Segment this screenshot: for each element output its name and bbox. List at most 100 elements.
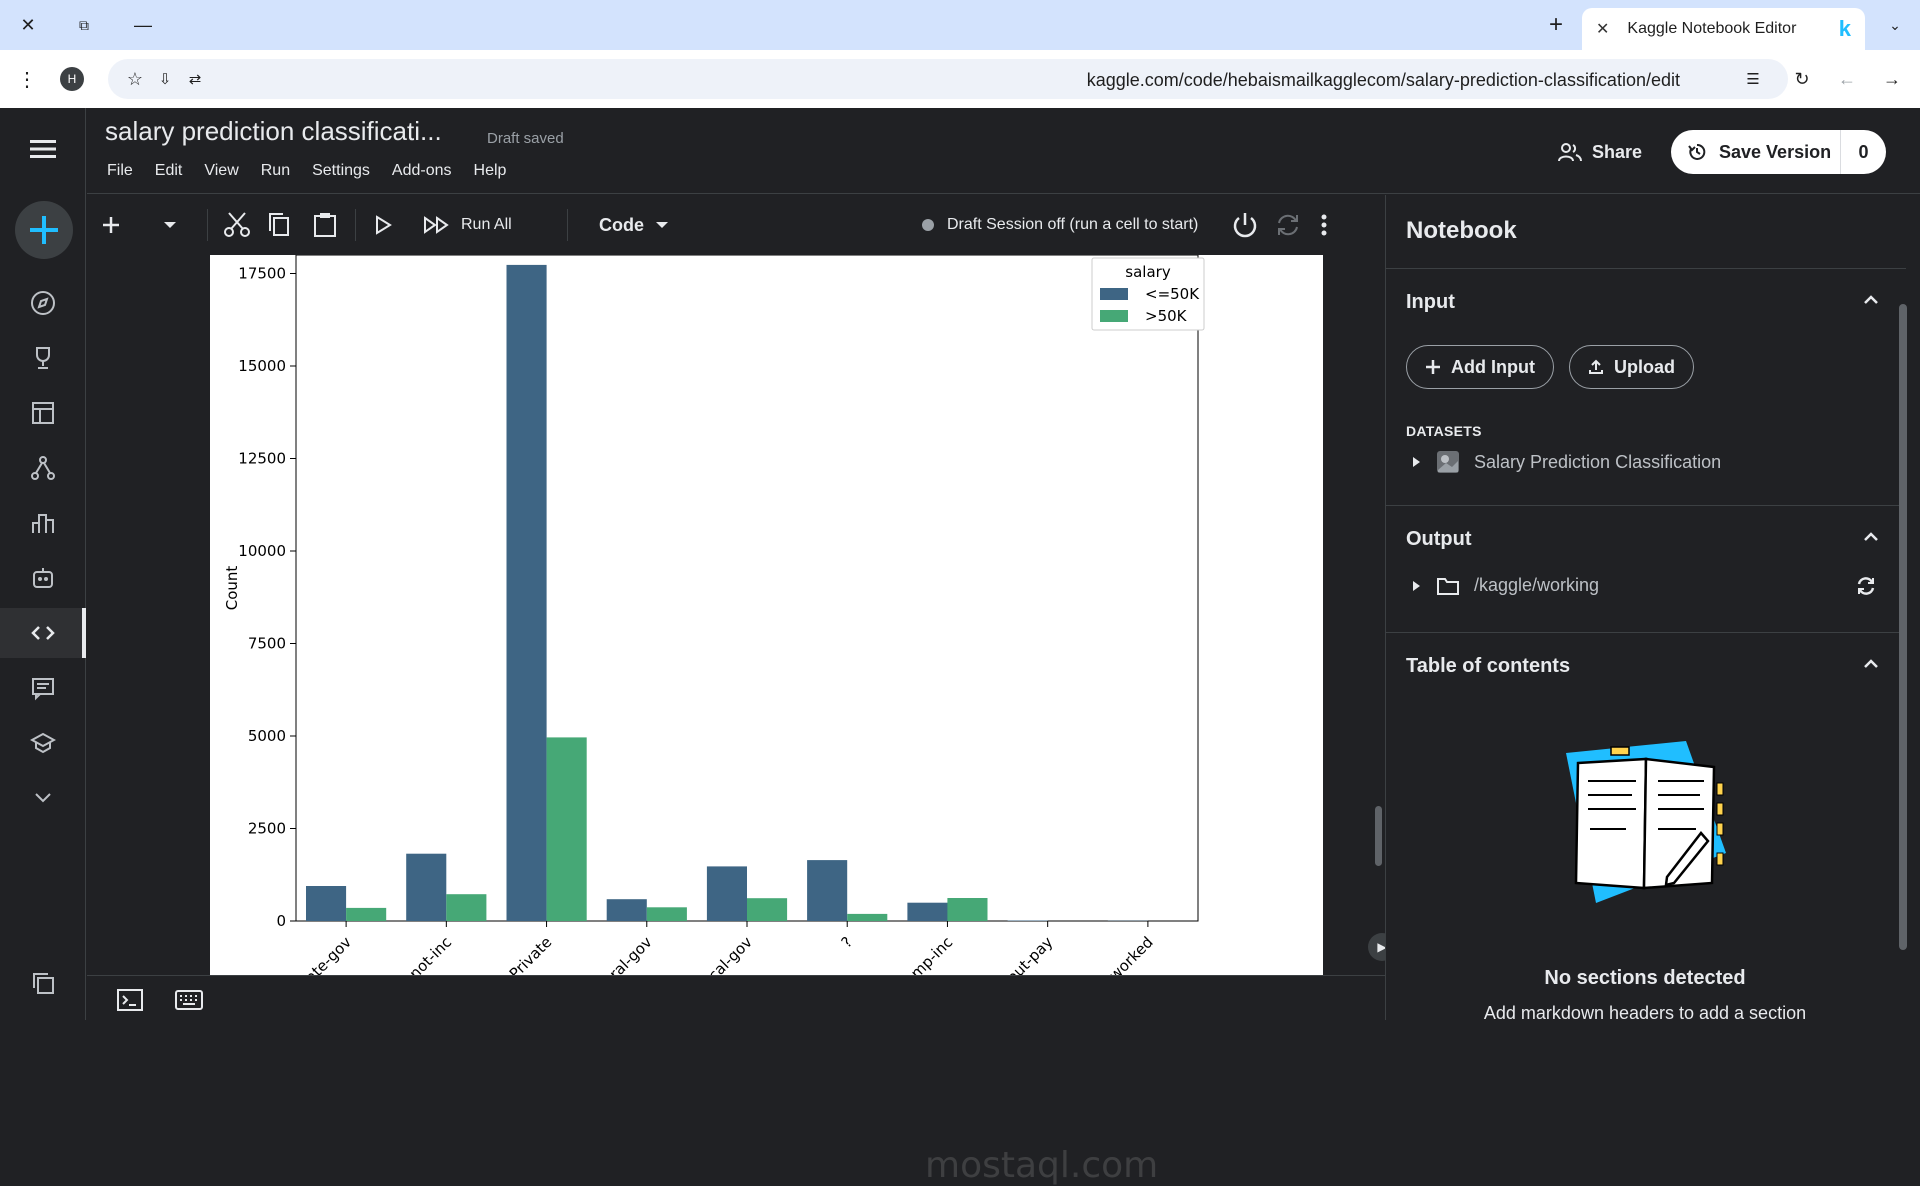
chevron-down-icon[interactable] xyxy=(0,773,86,823)
run-all-button[interactable]: Run All xyxy=(423,209,512,241)
cut-icon[interactable] xyxy=(223,209,251,241)
menu-settings[interactable]: Settings xyxy=(312,162,370,180)
browser-tab[interactable]: ✕ Kaggle Notebook Editor k xyxy=(1582,8,1865,50)
add-input-button[interactable]: Add Input xyxy=(1406,345,1554,389)
menu-view[interactable]: View xyxy=(204,162,238,180)
notebook-title[interactable]: salary prediction classificati... xyxy=(105,116,442,147)
menu-edit[interactable]: Edit xyxy=(155,162,183,180)
add-cell-icon[interactable] xyxy=(101,209,121,241)
upload-icon xyxy=(1588,359,1604,375)
toc-heading[interactable]: Table of contents xyxy=(1406,655,1570,678)
trophy-icon[interactable] xyxy=(0,333,86,383)
power-icon[interactable] xyxy=(1231,209,1259,241)
robot-icon[interactable] xyxy=(0,553,86,603)
caret-down-icon xyxy=(656,221,668,229)
profile-avatar[interactable]: H xyxy=(60,67,84,91)
people-icon xyxy=(1558,142,1582,162)
refresh-icon[interactable] xyxy=(1856,576,1876,596)
dataset-item[interactable]: Salary Prediction Classification xyxy=(1412,450,1721,474)
output-folder[interactable]: /kaggle/working xyxy=(1412,575,1599,596)
back-icon[interactable]: ← xyxy=(1832,64,1862,94)
status-dot-icon xyxy=(921,218,935,232)
chevron-up-icon[interactable] xyxy=(1864,530,1878,544)
code-icon[interactable] xyxy=(0,608,86,658)
menu-run[interactable]: Run xyxy=(261,162,290,180)
copy-icon[interactable] xyxy=(267,209,291,241)
toolbar-divider xyxy=(355,209,356,241)
session-status-text: Draft Session off (run a cell to start) xyxy=(947,216,1198,234)
cell-type-dropdown[interactable]: Code xyxy=(599,209,668,241)
output-section: Output /kaggle/working xyxy=(1386,505,1906,632)
left-nav xyxy=(0,108,86,1020)
output-heading[interactable]: Output xyxy=(1406,528,1472,551)
bars xyxy=(306,265,1148,921)
bar-le50k xyxy=(607,899,647,921)
browser-menu-icon[interactable]: ⋮ xyxy=(12,64,42,94)
models-icon[interactable] xyxy=(0,443,86,493)
copy-pages-icon[interactable] xyxy=(0,958,86,1008)
toc-empty-subtitle: Add markdown headers to add a section xyxy=(1385,1003,1905,1024)
cell-output-chart: 025005000750010000125001500017500 State-… xyxy=(210,255,1323,995)
translate-icon[interactable]: ⇄ xyxy=(180,64,210,94)
legend-label-le50k: <=50K xyxy=(1145,285,1200,303)
fast-forward-icon xyxy=(423,215,451,235)
input-heading[interactable]: Input xyxy=(1406,291,1455,314)
bar-gt50k xyxy=(547,737,587,921)
chevron-up-icon[interactable] xyxy=(1864,293,1878,307)
learn-icon[interactable] xyxy=(0,718,86,768)
menu-file[interactable]: File xyxy=(107,162,133,180)
close-tab-icon[interactable]: ✕ xyxy=(1596,19,1609,39)
y-axis: 025005000750010000125001500017500 xyxy=(238,265,296,931)
bar-le50k xyxy=(1008,921,1048,922)
more-options-icon[interactable] xyxy=(1321,209,1327,241)
caret-right-icon[interactable] xyxy=(1412,580,1422,592)
notebook-side-panel: Notebook Input Add Input Upload DATASETS… xyxy=(1385,195,1920,1020)
tab-search-icon[interactable]: ⌄ xyxy=(1880,10,1910,40)
caret-down-icon[interactable] xyxy=(163,209,177,241)
y-tick-label: 15000 xyxy=(238,357,286,375)
console-icon[interactable] xyxy=(117,984,143,1016)
x-tick-label: ? xyxy=(838,933,856,951)
install-app-icon[interactable]: ⇩ xyxy=(150,64,180,94)
version-count[interactable]: 0 xyxy=(1840,130,1886,174)
site-settings-icon[interactable]: ☰ xyxy=(1738,64,1768,94)
y-axis-label: Count xyxy=(223,566,241,611)
minimize-window-icon[interactable]: — xyxy=(128,10,158,40)
panel-scrollbar[interactable] xyxy=(1899,304,1907,950)
forward-icon[interactable]: → xyxy=(1877,64,1907,94)
table-icon[interactable] xyxy=(0,388,86,438)
restart-icon[interactable] xyxy=(1275,209,1301,241)
compass-icon[interactable] xyxy=(0,278,86,328)
new-tab-icon[interactable]: + xyxy=(1541,10,1571,40)
save-version-button[interactable]: Save Version 0 xyxy=(1671,130,1886,174)
plus-icon xyxy=(1425,359,1441,375)
share-label: Share xyxy=(1592,142,1642,163)
menu-help[interactable]: Help xyxy=(474,162,507,180)
bar-chart-icon[interactable] xyxy=(0,498,86,548)
omnibox[interactable]: ☆ ⇩ ⇄ kaggle.com/code/hebaismailkaggleco… xyxy=(108,59,1788,99)
bar-le50k xyxy=(507,265,547,921)
create-button[interactable] xyxy=(15,201,73,259)
discussion-icon[interactable] xyxy=(0,663,86,713)
menu-add-ons[interactable]: Add-ons xyxy=(392,162,452,180)
share-button[interactable]: Share xyxy=(1542,131,1658,173)
restore-window-icon[interactable]: ⧉ xyxy=(69,10,99,40)
url-text[interactable]: kaggle.com/code/hebaismailkagglecom/sala… xyxy=(1087,70,1680,91)
caret-right-icon[interactable] xyxy=(1412,456,1422,468)
close-window-icon[interactable]: ✕ xyxy=(13,10,43,40)
bookmark-star-icon[interactable]: ☆ xyxy=(120,64,150,94)
keyboard-icon[interactable] xyxy=(175,984,203,1016)
chevron-up-icon[interactable] xyxy=(1864,657,1878,671)
reload-icon[interactable]: ↻ xyxy=(1787,64,1817,94)
y-tick-label: 17500 xyxy=(238,265,286,283)
cell-type-value: Code xyxy=(599,215,644,236)
session-status[interactable]: Draft Session off (run a cell to start) xyxy=(921,209,1198,241)
upload-button[interactable]: Upload xyxy=(1569,345,1694,389)
hamburger-menu-icon[interactable] xyxy=(0,124,86,174)
editor-scrollbar[interactable] xyxy=(1375,806,1382,866)
paste-icon[interactable] xyxy=(313,209,337,241)
dataset-name: Salary Prediction Classification xyxy=(1474,452,1721,473)
plus-icon xyxy=(28,214,60,246)
run-cell-icon[interactable] xyxy=(373,209,393,241)
watermark: mostaql.com xyxy=(925,1145,1158,1186)
